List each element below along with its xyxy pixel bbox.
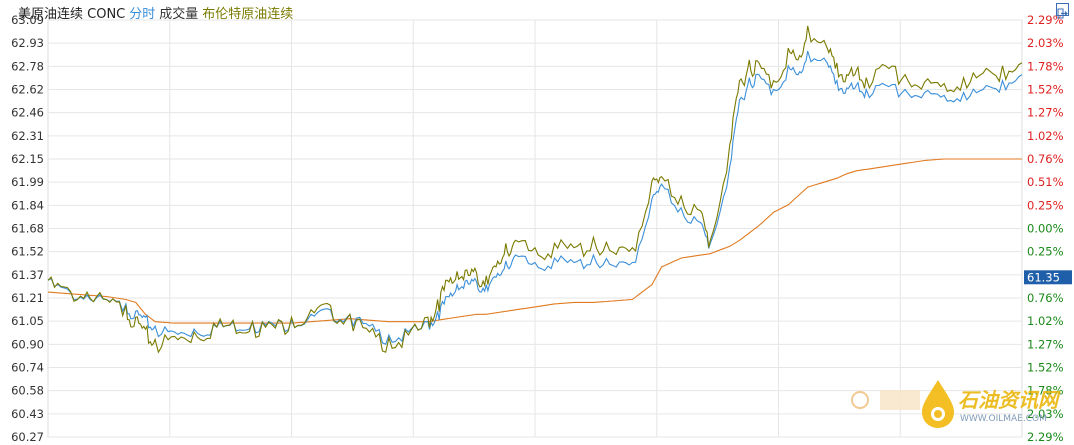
right-axis-tick-label: 1.52% bbox=[1027, 83, 1064, 97]
left-axis-tick-label: 60.27 bbox=[11, 430, 44, 441]
left-axis-tick-label: 61.21 bbox=[11, 291, 44, 305]
current-price-label: 61.35 bbox=[1027, 270, 1060, 284]
export-icon bbox=[1057, 8, 1068, 19]
left-axis-tick-label: 61.05 bbox=[11, 314, 44, 328]
right-axis-tick-label: 1.27% bbox=[1027, 337, 1064, 351]
left-axis-tick-label: 62.46 bbox=[11, 106, 44, 120]
watermark-url: WWW.OILMAE.COM bbox=[960, 414, 1047, 424]
left-axis-tick-label: 62.93 bbox=[11, 36, 44, 50]
legend-series-brent[interactable]: 布伦特原油连续 bbox=[202, 7, 293, 22]
legend-series-fenshi[interactable]: 分时 bbox=[129, 7, 155, 22]
right-axis-tick-label: 2.03% bbox=[1027, 36, 1064, 50]
left-axis-tick-label: 60.74 bbox=[11, 361, 44, 375]
left-axis-tick-label: 61.99 bbox=[11, 175, 44, 189]
right-axis-tick-label: 1.52% bbox=[1027, 361, 1064, 375]
left-axis-tick-label: 62.78 bbox=[11, 59, 44, 73]
right-axis-tick-label: 1.27% bbox=[1027, 106, 1064, 120]
legend-series-volume[interactable]: 成交量 bbox=[159, 7, 198, 22]
right-axis-tick-label: 0.25% bbox=[1027, 198, 1064, 212]
left-axis-tick-label: 62.31 bbox=[11, 129, 44, 143]
watermark-name: 石油资讯网 bbox=[958, 388, 1058, 412]
left-axis-tick-label: 60.90 bbox=[11, 337, 44, 351]
left-axis-tick-label: 61.68 bbox=[11, 222, 44, 236]
intraday-chart: 63.09 2.29% 62.93 2.03% 62.78 1.78% 62.62 1.52%… bbox=[0, 0, 1074, 444]
right-axis-tick-label: 1.02% bbox=[1027, 314, 1064, 328]
right-axis-tick-label: 1.02% bbox=[1027, 129, 1064, 143]
left-axis-tick-label: 61.84 bbox=[11, 198, 44, 212]
right-axis-tick-label: 0.76% bbox=[1027, 291, 1064, 305]
watermark: 石油资讯网 WWW.OILMAE.COM bbox=[850, 378, 1060, 442]
left-axis-tick-label: 62.15 bbox=[11, 152, 44, 166]
right-axis-tick-label: 0.25% bbox=[1027, 245, 1064, 259]
chart-svg: 63.09 2.29%62.93 2.03%62.78 1.78%62.62 1.52%… bbox=[11, 13, 1072, 444]
legend-title: 美原油连续 CONC bbox=[18, 7, 126, 22]
right-axis-tick-label: 0.51% bbox=[1027, 175, 1064, 189]
chart-legend: 美原油连续 CONC 分时 成交量 布伦特原油连续 bbox=[18, 3, 297, 22]
left-axis-tick-label: 62.62 bbox=[11, 83, 44, 97]
left-axis-tick-label: 60.58 bbox=[11, 384, 44, 398]
left-axis-tick-label: 60.43 bbox=[11, 407, 44, 421]
right-axis-tick-label: 1.78% bbox=[1027, 59, 1064, 73]
right-axis-tick-label: 0.00% bbox=[1027, 222, 1064, 236]
export-button[interactable] bbox=[1056, 3, 1069, 19]
right-axis-tick-label: 0.76% bbox=[1027, 152, 1064, 166]
left-axis-tick-label: 61.37 bbox=[11, 268, 44, 282]
left-axis-tick-label: 61.52 bbox=[11, 245, 44, 259]
